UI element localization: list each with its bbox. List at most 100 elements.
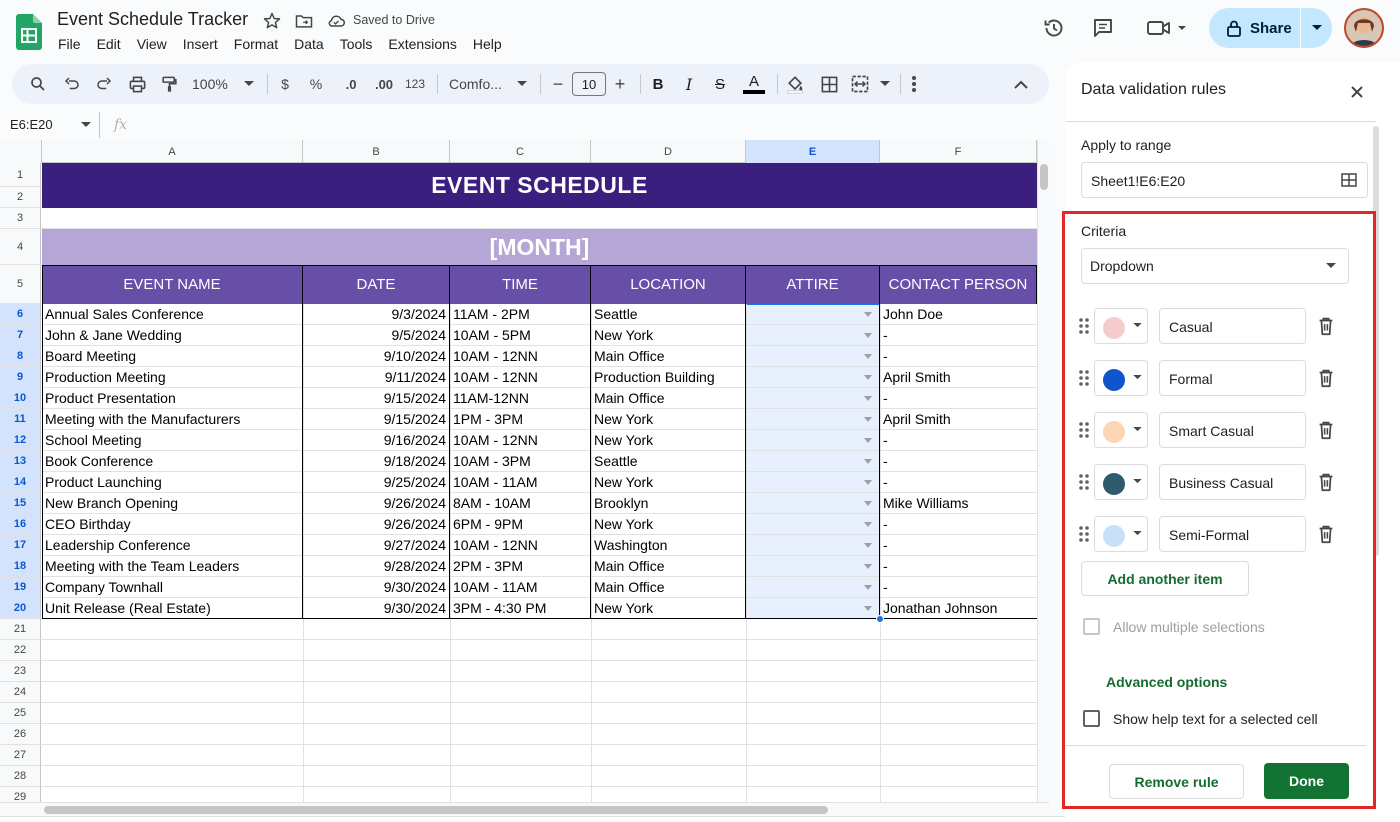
delete-item-icon[interactable] (1315, 367, 1337, 389)
done-button[interactable]: Done (1264, 763, 1349, 799)
undo-icon[interactable] (62, 74, 82, 94)
select-all-corner[interactable] (0, 140, 42, 163)
row-header-9[interactable]: 9 (0, 367, 41, 388)
percent-format-button[interactable]: % (308, 74, 324, 94)
item-color-picker[interactable] (1094, 464, 1148, 500)
row-header-28[interactable]: 28 (0, 766, 41, 787)
row-header-29[interactable]: 29 (0, 787, 41, 802)
row-header-22[interactable]: 22 (0, 640, 41, 661)
item-value-input[interactable]: Casual (1159, 308, 1306, 344)
row-header-27[interactable]: 27 (0, 745, 41, 766)
name-box[interactable]: E6:E20 (0, 112, 100, 138)
cell-e10[interactable] (746, 388, 880, 409)
help-text-option[interactable]: Show help text for a selected cell (1083, 710, 1318, 727)
dropdown-arrow-icon[interactable] (864, 396, 872, 401)
star-icon[interactable] (262, 11, 282, 31)
row-header-4[interactable]: 4 (0, 229, 41, 265)
move-folder-icon[interactable] (294, 11, 314, 31)
dropdown-arrow-icon[interactable] (864, 375, 872, 380)
column-header-c[interactable]: C (450, 140, 591, 163)
dropdown-arrow-icon[interactable] (864, 417, 872, 422)
drag-handle-icon[interactable] (1078, 421, 1090, 439)
cell-e11[interactable] (746, 409, 880, 430)
menu-data[interactable]: Data (294, 36, 332, 52)
delete-item-icon[interactable] (1315, 523, 1337, 545)
row-header-26[interactable]: 26 (0, 724, 41, 745)
version-history-icon[interactable] (1042, 16, 1066, 40)
drag-handle-icon[interactable] (1078, 369, 1090, 387)
row-header-14[interactable]: 14 (0, 472, 41, 493)
cell-e9[interactable] (746, 367, 880, 388)
row-header-5[interactable]: 5 (0, 265, 41, 304)
cell-e20[interactable] (746, 598, 880, 619)
zoom-select[interactable]: 100% (192, 74, 254, 94)
fill-color-icon[interactable] (784, 74, 806, 94)
row-header-2[interactable]: 2 (0, 187, 41, 208)
borders-icon[interactable] (818, 74, 840, 94)
menu-view[interactable]: View (137, 36, 175, 52)
decrease-decimal-button[interactable]: .0 (339, 74, 363, 94)
row-header-3[interactable]: 3 (0, 208, 41, 229)
close-icon[interactable] (1349, 84, 1365, 100)
row-header-17[interactable]: 17 (0, 535, 41, 556)
drag-handle-icon[interactable] (1078, 473, 1090, 491)
item-value-input[interactable]: Semi-Formal (1159, 516, 1306, 552)
avatar[interactable] (1344, 8, 1384, 48)
merge-cells-icon[interactable] (850, 74, 890, 94)
vertical-scroll-thumb[interactable] (1040, 164, 1048, 190)
column-header-b[interactable]: B (303, 140, 450, 163)
remove-rule-button[interactable]: Remove rule (1109, 764, 1244, 799)
row-header-24[interactable]: 24 (0, 682, 41, 703)
dropdown-arrow-icon[interactable] (864, 585, 872, 590)
menu-edit[interactable]: Edit (97, 36, 129, 52)
row-header-23[interactable]: 23 (0, 661, 41, 682)
delete-item-icon[interactable] (1315, 471, 1337, 493)
dropdown-arrow-icon[interactable] (864, 312, 872, 317)
row-header-1[interactable]: 1 (0, 163, 41, 187)
cell-e18[interactable] (746, 556, 880, 577)
add-another-item-button[interactable]: Add another item (1081, 561, 1249, 596)
range-input[interactable]: Sheet1!E6:E20 (1081, 162, 1368, 198)
item-color-picker[interactable] (1094, 516, 1148, 552)
column-header-e[interactable]: E (746, 140, 880, 163)
more-formats-button[interactable]: 123 (403, 74, 427, 94)
menu-extensions[interactable]: Extensions (388, 36, 464, 52)
horizontal-scroll-thumb[interactable] (44, 806, 828, 814)
column-header-f[interactable]: F (880, 140, 1037, 163)
sheets-logo-icon[interactable] (16, 14, 42, 50)
bold-button[interactable]: B (650, 74, 666, 94)
row-header-6[interactable]: 6 (0, 304, 41, 325)
decrease-font-size-button[interactable]: − (550, 74, 566, 94)
row-header-20[interactable]: 20 (0, 598, 41, 619)
dropdown-arrow-icon[interactable] (864, 501, 872, 506)
item-color-picker[interactable] (1094, 412, 1148, 448)
font-size-input[interactable]: 10 (572, 72, 606, 96)
item-color-picker[interactable] (1094, 360, 1148, 396)
share-main-button[interactable]: Share (1209, 8, 1301, 48)
collapse-toolbar-icon[interactable] (1012, 74, 1030, 94)
vertical-scrollbar[interactable] (1037, 140, 1049, 802)
row-header-10[interactable]: 10 (0, 388, 41, 409)
delete-item-icon[interactable] (1315, 419, 1337, 441)
menu-file[interactable]: File (58, 36, 89, 52)
dropdown-arrow-icon[interactable] (864, 354, 872, 359)
row-header-15[interactable]: 15 (0, 493, 41, 514)
select-range-grid-icon[interactable] (1341, 173, 1357, 187)
dropdown-arrow-icon[interactable] (864, 522, 872, 527)
share-button[interactable]: Share (1209, 8, 1332, 48)
menu-help[interactable]: Help (473, 36, 510, 52)
italic-button[interactable]: I (681, 74, 697, 94)
fill-handle[interactable] (876, 615, 884, 623)
menu-format[interactable]: Format (234, 36, 286, 52)
increase-font-size-button[interactable]: + (612, 74, 628, 94)
row-header-21[interactable]: 21 (0, 619, 41, 640)
drag-handle-icon[interactable] (1078, 525, 1090, 543)
text-color-button[interactable]: A (743, 74, 765, 94)
row-header-19[interactable]: 19 (0, 577, 41, 598)
item-value-input[interactable]: Smart Casual (1159, 412, 1306, 448)
row-header-16[interactable]: 16 (0, 514, 41, 535)
help-text-checkbox[interactable] (1083, 710, 1100, 727)
dropdown-arrow-icon[interactable] (864, 564, 872, 569)
row-header-7[interactable]: 7 (0, 325, 41, 346)
item-value-input[interactable]: Formal (1159, 360, 1306, 396)
